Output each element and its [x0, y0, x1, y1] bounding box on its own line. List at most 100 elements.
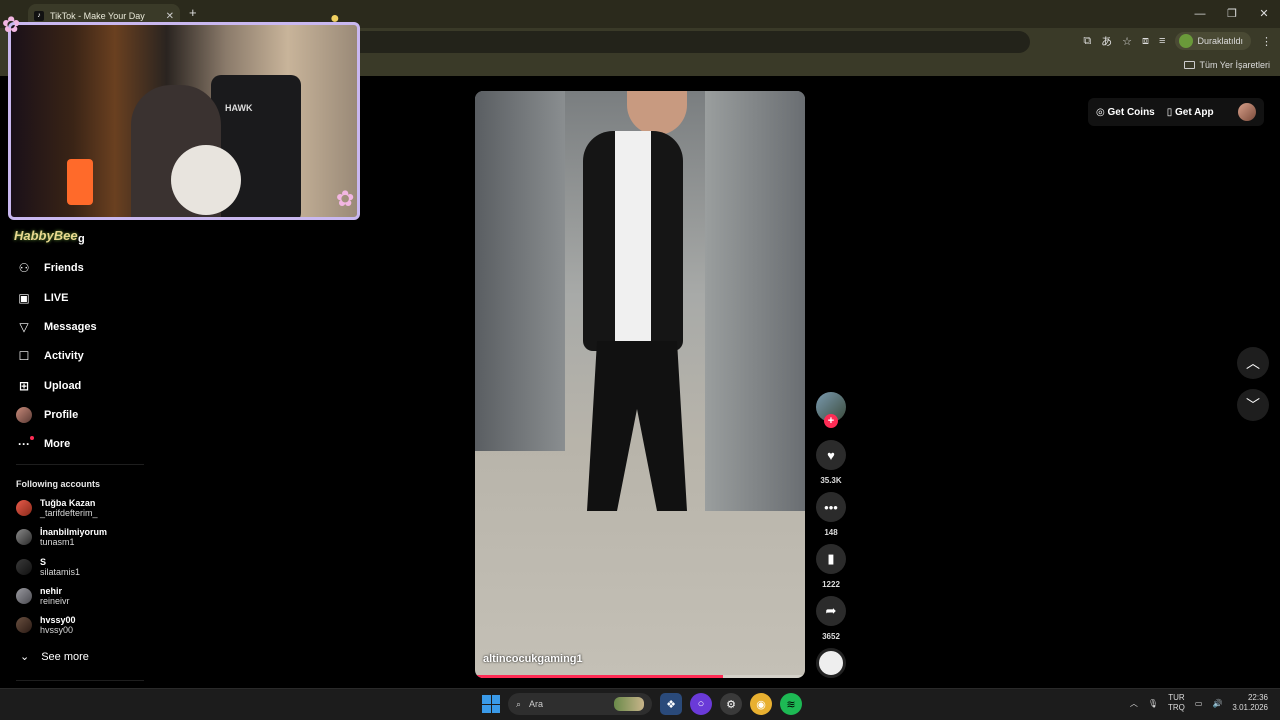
profile-avatar	[16, 407, 32, 423]
get-app-button[interactable]: ▯ Get App	[1167, 107, 1214, 118]
volume-icon[interactable]: 🔊	[1212, 699, 1222, 708]
video-scene-pants	[587, 341, 687, 511]
sidebar-item-more[interactable]: ··· More	[16, 434, 70, 454]
sidebar-label-fragment: g	[78, 233, 85, 245]
task-view-icon[interactable]: ❖	[660, 693, 682, 715]
video-scene-wall	[475, 91, 565, 451]
live-icon: ▣	[18, 291, 30, 305]
translate-icon[interactable]: あ	[1101, 33, 1112, 49]
taskbar-apps: ⌕ Ara ❖ ○ ⚙ ◉ ≋	[482, 693, 802, 715]
profile-button[interactable]: Duraklatıldı	[1175, 32, 1251, 50]
media-controls-icon[interactable]: ≡	[1159, 35, 1165, 47]
tab-close-icon[interactable]: ✕	[166, 11, 174, 22]
webcam-overlay: HAWK	[8, 22, 360, 220]
user-avatar[interactable]	[1238, 103, 1256, 121]
following-account[interactable]: S silatamis1	[16, 557, 80, 577]
following-account[interactable]: Tuğba Kazan _tarifdefterim_	[16, 498, 98, 518]
extensions-icon[interactable]: ⧈	[1142, 35, 1149, 48]
avatar	[16, 617, 32, 633]
comment-button[interactable]: •••	[816, 492, 846, 522]
all-bookmarks-label: Tüm Yer İşaretleri	[1199, 60, 1270, 70]
steam-icon[interactable]: ⚙	[720, 693, 742, 715]
sidebar-item-live[interactable]: ▣ LIVE	[16, 288, 68, 308]
sidebar-item-label: Profile	[44, 409, 79, 421]
window-controls: — ❐ ✕	[1184, 0, 1280, 28]
microphone-icon[interactable]: 🎙	[1148, 699, 1158, 708]
windows-start-icon[interactable]	[482, 695, 500, 713]
sidebar-item-activity[interactable]: ☐ Activity	[16, 346, 84, 366]
language-indicator[interactable]: TUR TRQ	[1168, 693, 1185, 713]
sidebar-item-friends[interactable]: ⚇ Friends	[16, 258, 84, 278]
messages-icon: ▽	[19, 320, 29, 334]
app-icon[interactable]: ○	[690, 693, 712, 715]
bee-decoration-icon: ●	[330, 10, 340, 27]
video-player[interactable]: altincocukgaming1	[475, 91, 805, 678]
get-coins-label: Get Coins	[1107, 106, 1155, 118]
profile-avatar-icon	[1179, 34, 1194, 48]
close-window-button[interactable]: ✕	[1248, 0, 1280, 28]
clock-date: 3.01.2026	[1232, 703, 1268, 712]
keyboard-layout: TRQ	[1167, 703, 1185, 712]
avatar	[16, 559, 32, 575]
taskbar-search[interactable]: ⌕ Ara	[508, 693, 652, 715]
avatar	[16, 588, 32, 604]
follow-plus-icon[interactable]: +	[824, 414, 838, 428]
flower-decoration-icon: ✿	[336, 186, 355, 211]
bookmark-icon: ▮	[827, 551, 835, 566]
get-coins-button[interactable]: ◎ Get Coins	[1096, 107, 1155, 118]
get-app-label: Get App	[1175, 106, 1214, 118]
cast-icon[interactable]: ⧉	[1083, 35, 1091, 48]
video-progress-bar[interactable]	[475, 675, 805, 678]
clock[interactable]: 22:36 3.01.2026	[1232, 693, 1268, 713]
account-name: hvssy00	[40, 615, 76, 625]
chrome-menu-icon[interactable]: ⋮	[1261, 35, 1272, 48]
chrome-icon[interactable]: ◉	[750, 693, 772, 715]
spotify-icon[interactable]: ≋	[780, 693, 802, 715]
more-icon: ···	[18, 436, 34, 451]
previous-video-button[interactable]: ︿	[1237, 347, 1269, 379]
following-account[interactable]: İnanbilmiyorum tunasm1	[16, 527, 107, 547]
account-username: reineivr	[40, 596, 70, 606]
sidebar-item-label: Messages	[44, 321, 97, 333]
share-icon: ➦	[825, 603, 837, 618]
display-icon[interactable]: ▭	[1195, 699, 1203, 708]
flower-decoration-icon: ✿	[2, 12, 21, 37]
account-username: hvssy00	[40, 625, 74, 635]
sidebar-item-label: Upload	[44, 380, 82, 392]
account-name: Tuğba Kazan	[40, 498, 96, 508]
activity-icon: ☐	[18, 349, 30, 363]
sidebar-item-upload[interactable]: ⊞ Upload	[16, 376, 81, 396]
minimize-button[interactable]: —	[1184, 0, 1216, 28]
maximize-button[interactable]: ❐	[1216, 0, 1248, 28]
upload-icon: ⊞	[18, 379, 30, 393]
account-name: İnanbilmiyorum	[40, 527, 108, 537]
avatar	[16, 500, 32, 516]
sidebar-item-messages[interactable]: ▽ Messages	[16, 317, 97, 337]
sidebar-item-label: Friends	[44, 262, 84, 274]
sidebar-item-profile[interactable]: Profile	[16, 405, 78, 425]
all-bookmarks-button[interactable]: Tüm Yer İşaretleri	[1184, 60, 1270, 70]
account-username: tunasm1	[40, 537, 75, 547]
share-button[interactable]: ➦	[816, 596, 846, 626]
bookmark-star-icon[interactable]: ☆	[1122, 35, 1132, 48]
folder-icon	[1184, 61, 1196, 69]
account-name: S	[40, 557, 47, 567]
chevron-down-icon: ⌄	[20, 651, 30, 663]
music-disc-icon[interactable]	[816, 648, 846, 678]
see-more-button[interactable]: ⌄ See more	[20, 650, 89, 664]
video-author[interactable]: altincocukgaming1	[483, 653, 583, 665]
search-highlight-image	[614, 697, 644, 711]
chevron-up-icon: ︿	[1246, 355, 1260, 371]
avatar	[16, 529, 32, 545]
tiktok-favicon-icon: ♪	[34, 11, 44, 21]
comment-count: 148	[824, 528, 838, 537]
video-scene-head	[627, 91, 687, 135]
following-account[interactable]: hvssy00 hvssy00	[16, 615, 76, 635]
next-video-button[interactable]: ﹀	[1237, 389, 1269, 421]
following-account[interactable]: nehir reineivr	[16, 586, 70, 606]
like-button[interactable]: ♥	[816, 440, 846, 470]
save-button[interactable]: ▮	[816, 544, 846, 574]
chevron-up-icon[interactable]: ︿	[1130, 698, 1138, 709]
search-icon: ⌕	[516, 698, 522, 709]
new-tab-button[interactable]: +	[189, 5, 197, 20]
